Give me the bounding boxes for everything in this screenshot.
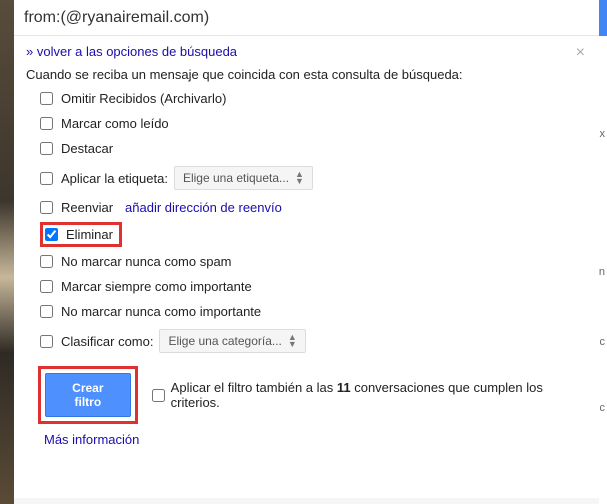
apply-also-checkbox[interactable] [152, 389, 165, 402]
edge-letter: n [599, 266, 605, 278]
forward-label: Reenviar [61, 200, 113, 215]
always-important-label: Marcar siempre como importante [61, 279, 252, 294]
categorize-label: Clasificar como: [61, 334, 153, 349]
apply-also-pre: Aplicar el filtro también a las [171, 380, 337, 395]
create-filter-button[interactable]: Crear filtro [45, 373, 131, 417]
option-never-spam: No marcar nunca como spam [40, 249, 587, 274]
option-forward: Reenviar añadir dirección de reenvío [40, 195, 587, 220]
label-select[interactable]: Elige una etiqueta... ▲▼ [174, 166, 313, 190]
forward-checkbox[interactable] [40, 201, 53, 214]
delete-highlight: Eliminar [40, 222, 122, 247]
apply-label-checkbox[interactable] [40, 172, 53, 185]
filter-panel: from:(@ryanairemail.com) » volver a las … [14, 0, 599, 498]
search-bar[interactable]: from:(@ryanairemail.com) [14, 0, 599, 36]
option-delete: Eliminar [40, 220, 587, 249]
skip-inbox-checkbox[interactable] [40, 92, 53, 105]
always-important-checkbox[interactable] [40, 280, 53, 293]
background-list-edge: x n c c [599, 36, 607, 504]
edge-letter: x [600, 128, 606, 140]
add-forward-address-link[interactable]: añadir dirección de reenvío [125, 200, 282, 215]
edge-letter: c [600, 336, 606, 348]
category-select-value: Elige una categoría... [168, 334, 281, 348]
option-never-important: No marcar nunca como importante [40, 299, 587, 324]
star-label: Destacar [61, 141, 113, 156]
option-skip-inbox: Omitir Recibidos (Archivarlo) [40, 86, 587, 111]
apply-also-row: Aplicar el filtro también a las 11 conve… [152, 380, 587, 410]
search-button-edge[interactable] [599, 0, 607, 36]
categorize-checkbox[interactable] [40, 335, 53, 348]
background-strip [0, 0, 14, 504]
category-select[interactable]: Elige una categoría... ▲▼ [159, 329, 305, 353]
delete-checkbox[interactable] [45, 228, 58, 241]
apply-also-count: 11 [337, 380, 351, 395]
never-spam-label: No marcar nunca como spam [61, 254, 232, 269]
more-info-link[interactable]: Más información [44, 432, 139, 447]
filter-options: Omitir Recibidos (Archivarlo) Marcar com… [26, 82, 587, 358]
create-button-highlight: Crear filtro [38, 366, 138, 424]
option-categorize: Clasificar como: Elige una categoría... … [40, 324, 587, 358]
star-checkbox[interactable] [40, 142, 53, 155]
filter-description: Cuando se reciba un mensaje que coincida… [26, 67, 587, 82]
label-select-value: Elige una etiqueta... [183, 171, 289, 185]
skip-inbox-label: Omitir Recibidos (Archivarlo) [61, 91, 226, 106]
option-star: Destacar [40, 136, 587, 161]
option-apply-label: Aplicar la etiqueta: Elige una etiqueta.… [40, 161, 587, 195]
option-always-important: Marcar siempre como importante [40, 274, 587, 299]
mark-read-label: Marcar como leído [61, 116, 169, 131]
search-query-text: from:(@ryanairemail.com) [24, 9, 209, 27]
apply-label-text: Aplicar la etiqueta: [61, 171, 168, 186]
never-spam-checkbox[interactable] [40, 255, 53, 268]
back-to-search-options-link[interactable]: » volver a las opciones de búsqueda [26, 44, 237, 59]
delete-label: Eliminar [66, 227, 113, 242]
updown-icon: ▲▼ [295, 171, 304, 185]
option-mark-read: Marcar como leído [40, 111, 587, 136]
apply-also-text: Aplicar el filtro también a las 11 conve… [171, 380, 587, 410]
footer-row: Crear filtro Aplicar el filtro también a… [26, 358, 587, 428]
more-info-row: Más información [26, 432, 587, 447]
never-important-label: No marcar nunca como importante [61, 304, 261, 319]
mark-read-checkbox[interactable] [40, 117, 53, 130]
filter-body: » volver a las opciones de búsqueda × Cu… [14, 36, 599, 455]
never-important-checkbox[interactable] [40, 305, 53, 318]
edge-letter: c [600, 402, 606, 414]
updown-icon: ▲▼ [288, 334, 297, 348]
close-icon[interactable]: × [576, 44, 585, 62]
